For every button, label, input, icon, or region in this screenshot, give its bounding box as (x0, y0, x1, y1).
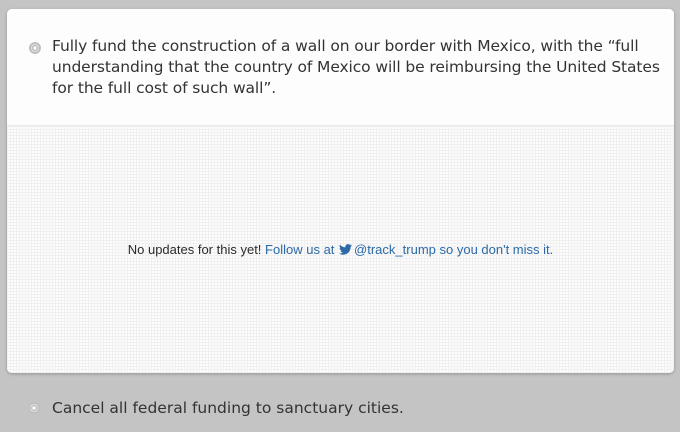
follow-suffix-text: so you don't miss it. (439, 242, 554, 257)
bullet-icon (29, 42, 41, 54)
promise-header[interactable]: Fully fund the construction of a wall on… (7, 9, 674, 126)
next-promise-text: Cancel all federal funding to sanctuary … (52, 399, 404, 417)
twitter-follow-link[interactable]: Follow us at @track_trump so you don't m… (265, 242, 553, 257)
next-promise-item[interactable]: Cancel all federal funding to sanctuary … (0, 395, 680, 425)
updates-message: No updates for this yet! Follow us at @t… (128, 242, 554, 257)
follow-prefix-text: Follow us at (265, 242, 335, 257)
bullet-icon (28, 402, 40, 414)
twitter-bird-icon (339, 244, 353, 255)
updates-panel: No updates for this yet! Follow us at @t… (7, 126, 674, 373)
promise-text: Fully fund the construction of a wall on… (52, 37, 660, 97)
twitter-handle: @track_trump (354, 242, 436, 257)
no-updates-text: No updates for this yet! (127, 242, 262, 257)
promise-card: Fully fund the construction of a wall on… (7, 9, 674, 373)
